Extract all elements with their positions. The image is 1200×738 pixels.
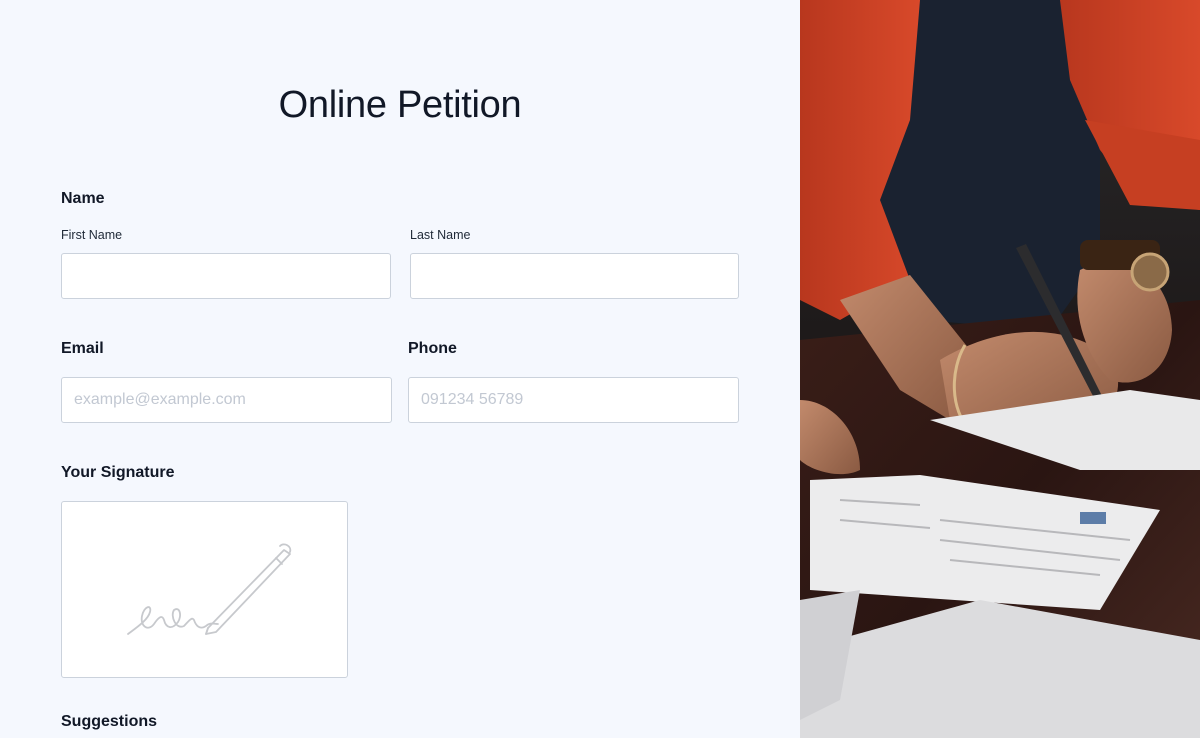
signature-pad[interactable] [61,501,348,678]
form-panel: Online Petition Name First Name Last Nam… [0,0,800,738]
name-section-label: Name [61,190,105,207]
signature-pen-icon [127,543,292,635]
phone-field[interactable] [408,377,739,423]
page-title: Online Petition [278,84,522,126]
petition-page: Online Petition Name First Name Last Nam… [0,0,1200,738]
first-name-label: First Name [61,228,123,242]
petition-signing-photo [800,0,1200,738]
email-label: Email [61,340,104,357]
last-name-input[interactable] [410,253,739,299]
last-name-label: Last Name [410,228,471,242]
signature-label: Your Signature [61,464,175,481]
first-name-input[interactable] [61,253,391,299]
suggestions-label: Suggestions [61,713,158,730]
phone-label: Phone [408,340,457,357]
email-field[interactable] [61,377,392,423]
